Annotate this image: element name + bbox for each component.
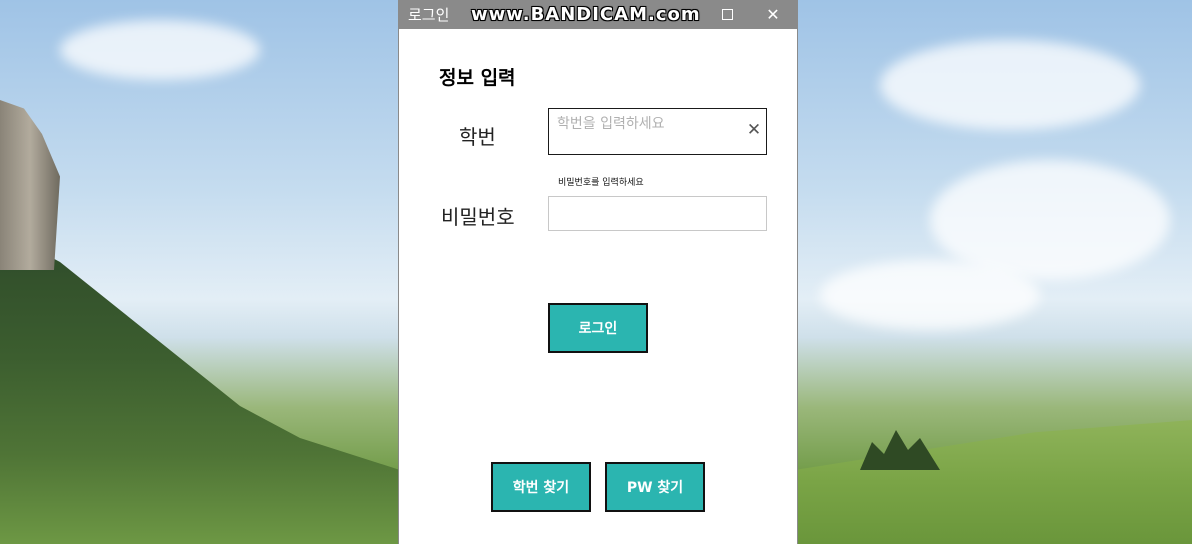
recording-watermark: www.BANDICAM.com bbox=[471, 4, 701, 25]
cliff bbox=[0, 100, 60, 270]
window-title: 로그인 bbox=[408, 6, 450, 24]
form-heading: 정보 입력 bbox=[439, 67, 516, 89]
password-label: 비밀번호 bbox=[441, 205, 515, 229]
password-input[interactable] bbox=[555, 203, 755, 223]
find-password-button[interactable]: PW 찾기 bbox=[605, 462, 705, 512]
close-button[interactable]: ✕ bbox=[753, 0, 793, 29]
title-bar[interactable]: 로그인 www.BANDICAM.com ✕ bbox=[399, 0, 797, 29]
cloud bbox=[820, 260, 1040, 330]
maximize-button[interactable] bbox=[707, 0, 747, 29]
password-hint: 비밀번호를 입력하세요 bbox=[558, 178, 644, 188]
student-id-input[interactable] bbox=[557, 113, 742, 135]
maximize-icon bbox=[721, 9, 733, 20]
password-field[interactable] bbox=[548, 196, 767, 231]
desktop-background: 로그인 www.BANDICAM.com ✕ 정보 입력 학번 ✕ 비밀번호를 … bbox=[0, 0, 1192, 544]
find-student-id-button[interactable]: 학번 찾기 bbox=[491, 462, 591, 512]
login-button[interactable]: 로그인 bbox=[548, 303, 648, 353]
student-id-label: 학번 bbox=[459, 125, 496, 149]
cloud bbox=[60, 20, 260, 80]
meadow bbox=[797, 420, 1192, 544]
forest bbox=[0, 230, 400, 544]
close-icon: ✕ bbox=[766, 5, 780, 24]
clear-icon[interactable]: ✕ bbox=[746, 121, 762, 139]
student-id-field[interactable]: ✕ bbox=[548, 108, 767, 155]
cloud bbox=[880, 40, 1140, 130]
login-window: 로그인 www.BANDICAM.com ✕ 정보 입력 학번 ✕ 비밀번호를 … bbox=[399, 0, 797, 544]
